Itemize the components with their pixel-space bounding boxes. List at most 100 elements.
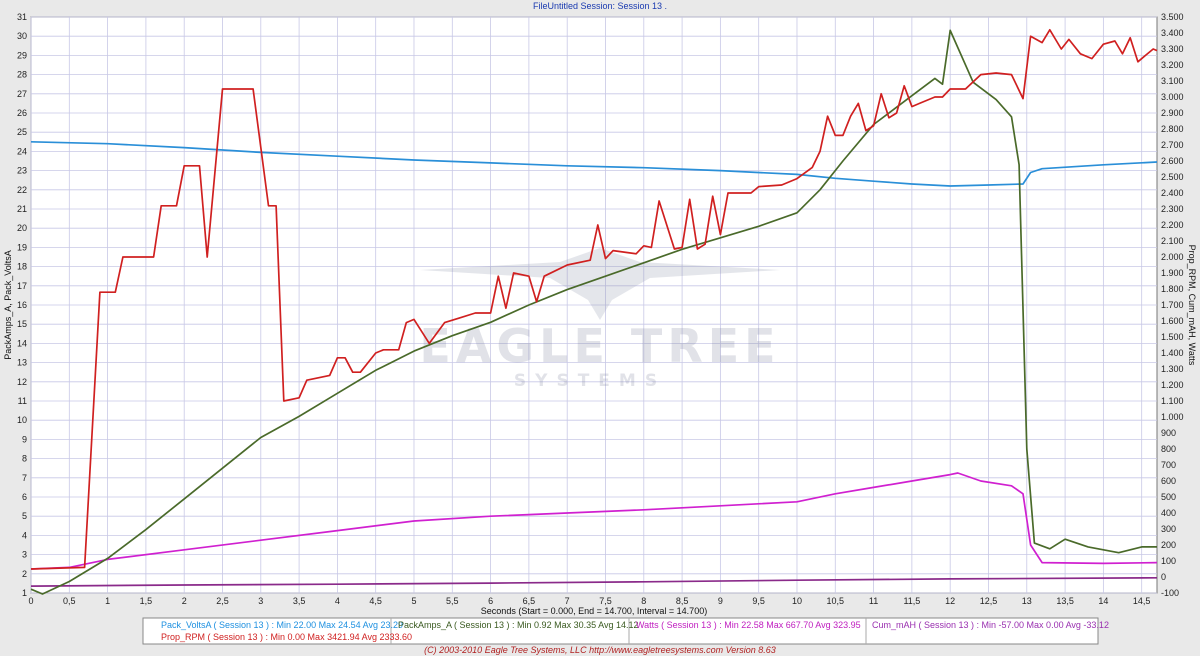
y-left-tick-label: 5 (22, 511, 27, 521)
y-right-tick-label: 100 (1161, 556, 1176, 566)
x-tick-label: 4 (335, 596, 340, 606)
y-right-tick-label: 2.300 (1161, 204, 1184, 214)
y-right-tick-label: 3.200 (1161, 60, 1184, 70)
y-left-tick-label: 19 (17, 242, 27, 252)
watermark-brand: EAGLE TREE (419, 319, 780, 373)
x-tick-label: 11 (869, 596, 878, 606)
x-tick-label: 12 (945, 596, 955, 606)
chart: FileUntitled Session: Session 13 . EAGLE… (0, 0, 1200, 656)
chart-title: FileUntitled Session: Session 13 . (533, 1, 667, 11)
x-tick-label: 5,5 (446, 596, 459, 606)
y-left-tick-label: 14 (17, 338, 27, 348)
y-left-tick-label: 13 (17, 358, 27, 368)
x-tick-label: 6,5 (523, 596, 536, 606)
y-right-tick-label: 2.900 (1161, 108, 1184, 118)
legend-item: Watts ( Session 13 ) : Min 22.58 Max 667… (636, 620, 861, 630)
y-left-tick-label: 22 (17, 185, 27, 195)
y-left-tick-label: 12 (17, 377, 27, 387)
y-left-tick-label: 10 (17, 415, 27, 425)
x-tick-label: 10,5 (827, 596, 845, 606)
y-left-tick-label: 18 (17, 262, 27, 272)
x-tick-label: 11,5 (903, 596, 920, 606)
y-right-tick-label: 1.200 (1161, 380, 1184, 390)
y-left-tick-label: 27 (17, 89, 27, 99)
x-tick-label: 10 (792, 596, 802, 606)
y-right-tick-label: 700 (1161, 460, 1176, 470)
y-right-tick-label: 3.300 (1161, 44, 1184, 54)
y-right-tick-label: 2.700 (1161, 140, 1184, 150)
x-tick-label: 1,5 (140, 596, 153, 606)
y-right-tick-label: 2.600 (1161, 156, 1184, 166)
y-right-tick-label: 1.100 (1161, 396, 1184, 406)
y-right-tick-label: 200 (1161, 540, 1176, 550)
y-right-tick-label: 3.500 (1161, 12, 1184, 22)
y-left-tick-label: 31 (17, 12, 27, 22)
y-right-tick-label: 1.600 (1161, 316, 1184, 326)
y-right-tick-label: 2.800 (1161, 124, 1184, 134)
legend-item: Pack_VoltsA ( Session 13 ) : Min 22.00 M… (161, 620, 403, 630)
y-right-tick-label: 2.100 (1161, 236, 1184, 246)
y-left-tick-label: 8 (22, 454, 27, 464)
y-right-tick-label: 900 (1161, 428, 1176, 438)
x-tick-label: 0,5 (63, 596, 76, 606)
y-left-tick-label: 25 (17, 127, 27, 137)
y-left-tick-label: 20 (17, 223, 27, 233)
legend-item: Prop_RPM ( Session 13 ) : Min 0.00 Max 3… (161, 632, 412, 642)
y-left-tick-label: 16 (17, 300, 27, 310)
x-tick-label: 6 (488, 596, 493, 606)
y-right-tick-label: 2.500 (1161, 172, 1184, 182)
legend-item: PackAmps_A ( Session 13 ) : Min 0.92 Max… (398, 620, 638, 630)
y-left-tick-label: 23 (17, 166, 27, 176)
legend-item: Cum_mAH ( Session 13 ) : Min -57.00 Max … (872, 620, 1109, 630)
x-tick-label: 5 (411, 596, 416, 606)
y-left-tick-label: 7 (22, 473, 27, 483)
y-right-tick-label: 1.900 (1161, 268, 1184, 278)
y-right-tick-label: 1.800 (1161, 284, 1184, 294)
y-left-tick-label: 28 (17, 70, 27, 80)
y-left-tick-label: 3 (22, 550, 27, 560)
y-right-tick-label: 1.500 (1161, 332, 1184, 342)
y-right-tick-label: 2.200 (1161, 220, 1184, 230)
x-tick-label: 4,5 (369, 596, 382, 606)
y-right-tick-label: 1.300 (1161, 364, 1184, 374)
x-tick-label: 13 (1022, 596, 1032, 606)
y-left-tick-label: 17 (17, 281, 27, 291)
x-tick-label: 3,5 (293, 596, 306, 606)
watermark: EAGLE TREE SYSTEMS (419, 248, 780, 391)
y-right-tick-label: 1.400 (1161, 348, 1184, 358)
watermark-sub: SYSTEMS (514, 371, 666, 391)
x-tick-label: 2 (182, 596, 187, 606)
x-tick-label: 8,5 (676, 596, 689, 606)
y-left-tick-label: 21 (17, 204, 27, 214)
y-right-tick-label: 500 (1161, 492, 1176, 502)
x-axis-label: Seconds (Start = 0.000, End = 14.700, In… (481, 606, 707, 616)
legend: Pack_VoltsA ( Session 13 ) : Min 22.00 M… (142, 617, 1109, 645)
y-left-tick-label: 9 (22, 434, 27, 444)
footer-copyright: (C) 2003-2010 Eagle Tree Systems, LLC ht… (424, 645, 776, 655)
y-right-axis-label: Prop_RPM, Cum_mAH, Watts (1187, 245, 1197, 366)
y-left-tick-label: 30 (17, 31, 27, 41)
x-tick-label: 1 (105, 596, 110, 606)
y-right-tick-label: -100 (1161, 588, 1179, 598)
y-left-tick-label: 29 (17, 50, 27, 60)
y-left-tick-label: 1 (22, 588, 27, 598)
y-right-tick-label: 600 (1161, 476, 1176, 486)
x-tick-label: 12,5 (980, 596, 998, 606)
y-left-tick-label: 6 (22, 492, 27, 502)
y-left-tick-label: 2 (22, 569, 27, 579)
y-left-tick-label: 26 (17, 108, 27, 118)
y-right-tick-label: 800 (1161, 444, 1176, 454)
y-right-tick-label: 400 (1161, 508, 1176, 518)
y-right-tick-label: 3.000 (1161, 92, 1184, 102)
y-left-tick-label: 4 (22, 530, 27, 540)
x-tick-label: 3 (258, 596, 263, 606)
x-tick-label: 14,5 (1133, 596, 1151, 606)
y-right-tick-label: 1.000 (1161, 412, 1184, 422)
x-tick-label: 0 (28, 596, 33, 606)
y-right-tick-label: 3.400 (1161, 28, 1184, 38)
y-right-tick-label: 3.100 (1161, 76, 1184, 86)
x-tick-label: 7,5 (599, 596, 612, 606)
x-tick-label: 13,5 (1056, 596, 1074, 606)
y-left-tick-label: 11 (18, 396, 27, 406)
x-tick-label: 9 (718, 596, 723, 606)
